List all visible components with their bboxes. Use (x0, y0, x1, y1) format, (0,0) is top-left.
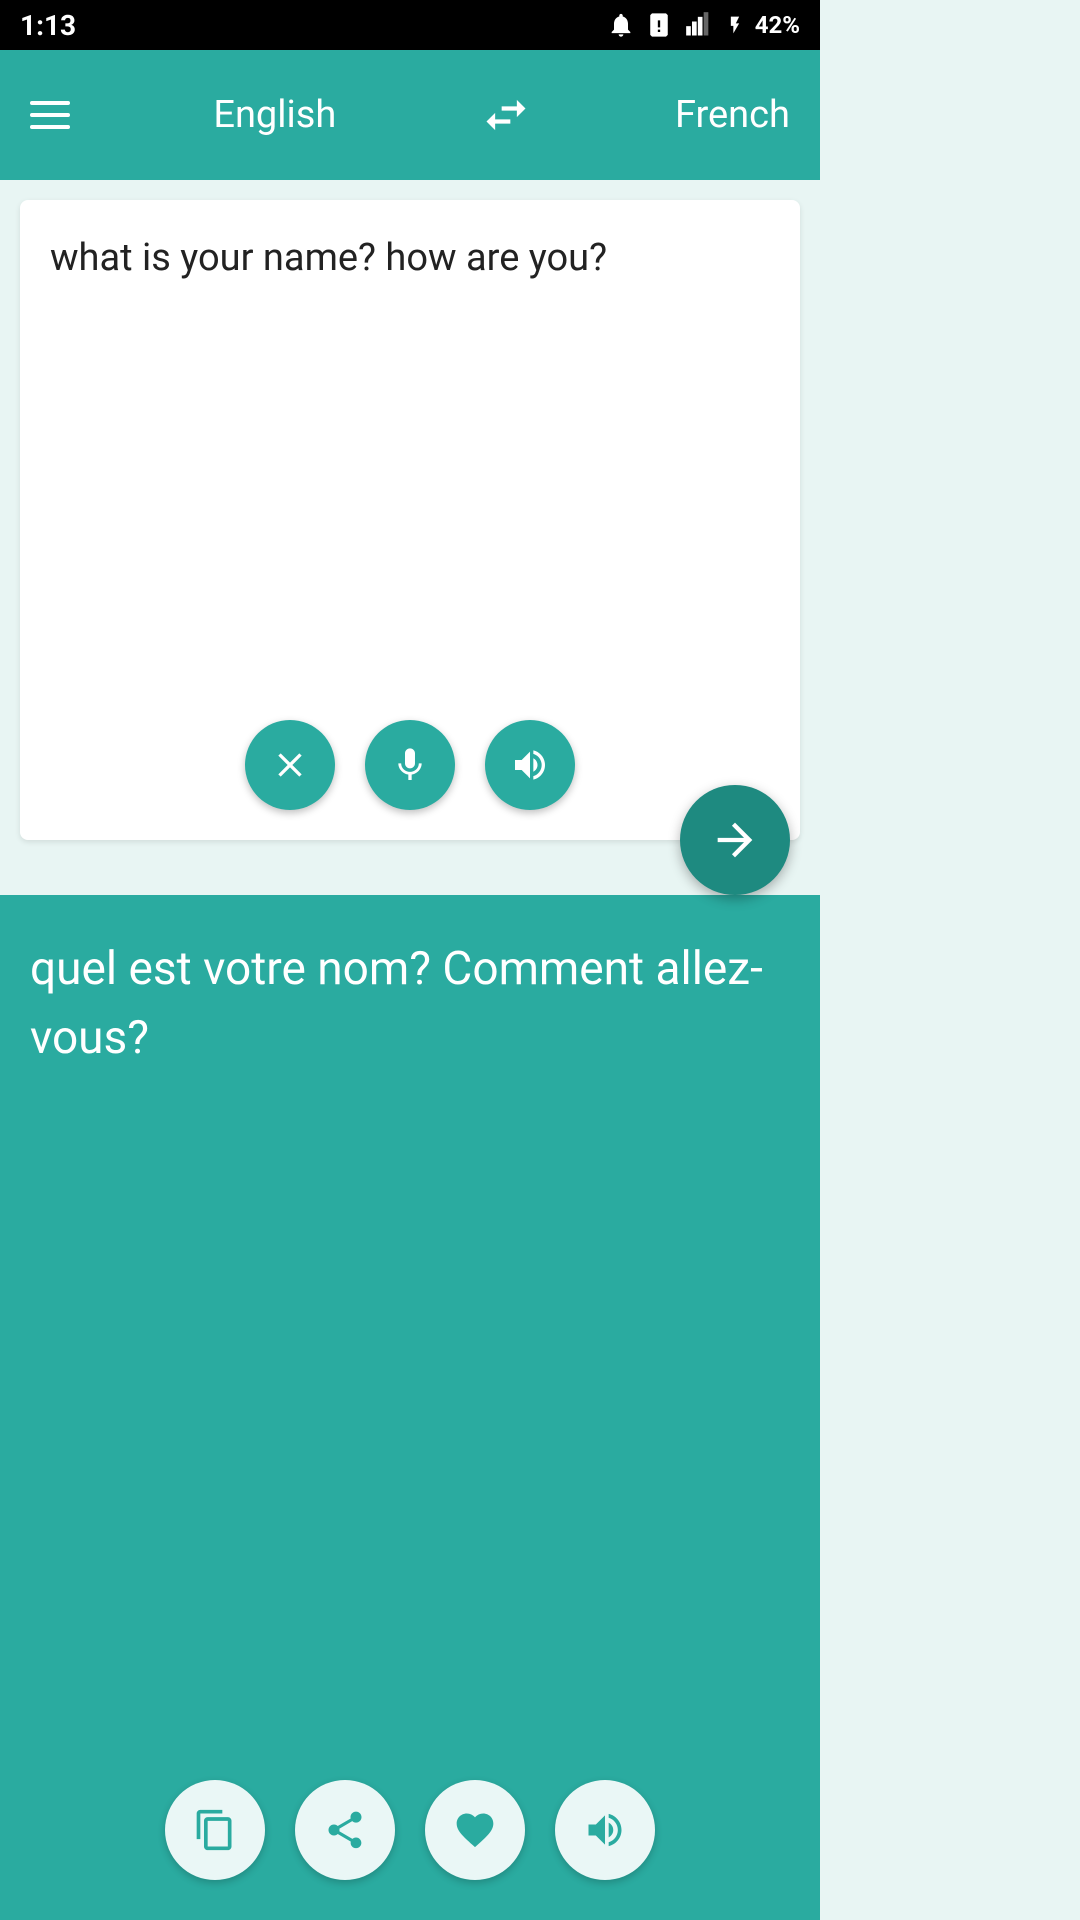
swap-languages-button[interactable] (480, 89, 532, 141)
app-toolbar: English French (0, 50, 820, 180)
charging-icon (725, 11, 745, 39)
menu-button[interactable] (30, 101, 70, 129)
signal-icon (683, 11, 715, 39)
status-bar: 1:13 42% (0, 0, 820, 50)
translated-text: quel est votre nom? Comment allez-vous? (30, 935, 790, 1073)
input-section (20, 200, 800, 840)
output-section: quel est votre nom? Comment allez-vous? (0, 895, 820, 1920)
sim-icon (645, 11, 673, 39)
main-content: quel est votre nom? Comment allez-vous? (0, 180, 820, 1920)
favorite-button[interactable] (425, 1780, 525, 1880)
copy-button[interactable] (165, 1780, 265, 1880)
share-button[interactable] (295, 1780, 395, 1880)
translate-button-wrap (0, 785, 820, 895)
speak-translation-button[interactable] (555, 1780, 655, 1880)
translate-button[interactable] (680, 785, 790, 895)
time-display: 1:13 (20, 9, 76, 42)
target-language-button[interactable]: French (675, 93, 790, 137)
alarm-icon (607, 11, 635, 39)
output-action-buttons (165, 1780, 655, 1880)
source-text-input[interactable] (50, 230, 770, 630)
source-language-button[interactable]: English (213, 93, 336, 137)
status-icons: 42% (607, 11, 800, 39)
battery-display: 42% (755, 11, 800, 39)
